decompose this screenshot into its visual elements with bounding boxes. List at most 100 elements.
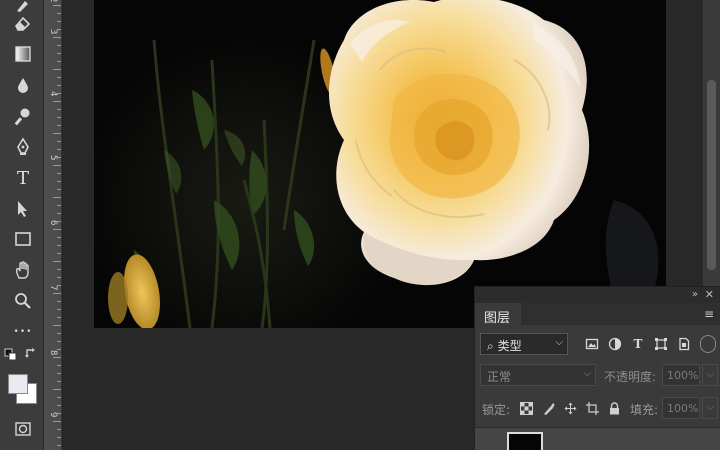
blend-mode-row: 正常 ⌵ 不透明度: 100% ⌵ (480, 364, 718, 386)
panel-title-bar[interactable] (475, 287, 720, 303)
fill-input[interactable]: 100% (662, 397, 700, 419)
blend-mode-label: 正常 (487, 370, 512, 384)
ruler-label: 9 (48, 412, 58, 418)
ruler-tick (53, 5, 61, 6)
type-layer-filter-icon[interactable]: T (630, 336, 646, 352)
eraser-icon[interactable] (10, 10, 36, 36)
tools-panel: T ••• (0, 0, 44, 450)
ruler-tick (57, 109, 61, 110)
filter-toggle-switch[interactable] (700, 335, 716, 353)
rose-image (94, 0, 666, 328)
lock-artboard-icon[interactable] (584, 400, 600, 416)
ruler-tick (57, 13, 61, 14)
lock-row: 锁定: 填充: 100% ⌵ (480, 397, 718, 419)
panel-tab-strip (521, 303, 720, 325)
ruler-tick (57, 397, 61, 398)
ruler-tick (57, 117, 61, 118)
panel-menu-icon[interactable]: ≡ (704, 307, 714, 321)
more-tools-icon[interactable]: ••• (10, 319, 36, 345)
type-icon[interactable]: T (10, 165, 36, 191)
ruler-tick (57, 301, 61, 302)
ruler-tick (57, 445, 61, 446)
pixel-layer-filter-icon[interactable] (584, 336, 600, 352)
gradient-icon[interactable] (10, 41, 36, 67)
ruler-tick (57, 365, 61, 366)
ruler-tick (57, 141, 61, 142)
collapse-panel-icon[interactable]: » (692, 289, 698, 300)
lock-transparent-pixels-icon[interactable] (518, 400, 534, 416)
ruler-label: 4 (48, 91, 58, 97)
ruler-tick (57, 53, 61, 54)
ruler-tick (53, 389, 61, 390)
ruler-label: 3 (48, 29, 58, 35)
fill-dropdown-button[interactable]: ⌵ (702, 397, 718, 419)
ruler-label: 8 (48, 350, 58, 356)
ruler-tick (57, 85, 61, 86)
dodge-icon[interactable] (10, 103, 36, 129)
layer-thumbnail (507, 432, 543, 450)
filter-kind-select[interactable]: ⌕ 类型 ⌵ (480, 333, 568, 355)
ruler-tick (53, 261, 61, 262)
ruler-tick (57, 285, 61, 286)
ruler-label: 6 (48, 220, 58, 226)
quick-mask-icon[interactable] (10, 416, 36, 442)
pen-icon[interactable] (10, 134, 36, 160)
ruler-tick (57, 317, 61, 318)
vertical-ruler: 2 3 4 5 6 7 8 9 (44, 0, 62, 450)
ruler-tick (53, 37, 61, 38)
chevron-down-icon: ⌵ (555, 337, 563, 348)
ruler-tick (57, 413, 61, 414)
vertical-scrollbar[interactable] (703, 0, 720, 286)
ruler-tick (57, 205, 61, 206)
ruler-tick (57, 429, 61, 430)
lock-label: 锁定: (482, 403, 511, 417)
blur-drop-icon[interactable] (10, 72, 36, 98)
rectangle-icon[interactable] (10, 226, 36, 252)
shape-layer-filter-icon[interactable] (653, 336, 669, 352)
ruler-tick (57, 237, 61, 238)
opacity-dropdown-button[interactable]: ⌵ (702, 364, 718, 386)
path-selection-icon[interactable] (10, 196, 36, 222)
ruler-tick (57, 309, 61, 310)
zoom-icon[interactable] (10, 288, 36, 314)
ruler-tick (57, 381, 61, 382)
ruler-tick (53, 229, 61, 230)
lock-all-icon[interactable] (606, 400, 622, 416)
lock-position-icon[interactable] (562, 400, 578, 416)
ruler-tick (57, 333, 61, 334)
ruler-tick (57, 173, 61, 174)
chevron-down-icon: ⌵ (583, 368, 591, 379)
layer-row[interactable] (475, 427, 720, 450)
smart-object-filter-icon[interactable] (676, 336, 692, 352)
ruler-label: 5 (48, 155, 58, 161)
ruler-label: 2 (47, 0, 58, 2)
ruler-tick (53, 357, 61, 358)
ruler-tick (57, 93, 61, 94)
scrollbar-thumb[interactable] (707, 80, 716, 270)
ruler-tick (57, 149, 61, 150)
lock-image-pixels-icon[interactable] (540, 400, 556, 416)
swap-colors-icon[interactable] (24, 346, 38, 360)
layers-panel: » ✕ 图层 ≡ ⌕ 类型 ⌵ T 正常 ⌵ 不透明度: 100% ⌵ 锁定: … (474, 286, 720, 450)
ruler-tick (53, 165, 61, 166)
foreground-color-swatch[interactable] (8, 374, 28, 394)
hand-icon[interactable] (10, 257, 36, 283)
default-colors-icon[interactable] (4, 348, 18, 362)
fill-label: 填充: (630, 403, 659, 417)
rose-photo[interactable] (94, 0, 666, 328)
opacity-input[interactable]: 100% (662, 364, 700, 386)
ruler-tick (57, 437, 61, 438)
layer-filter-row: ⌕ 类型 ⌵ T (480, 333, 718, 355)
ruler-tick (53, 325, 61, 326)
tab-layers[interactable]: 图层 (475, 303, 521, 326)
ruler-tick (57, 221, 61, 222)
ruler-tick (57, 189, 61, 190)
close-icon[interactable]: ✕ (705, 288, 714, 301)
ruler-tick (57, 21, 61, 22)
search-icon: ⌕ (487, 339, 494, 353)
blend-mode-select[interactable]: 正常 ⌵ (480, 364, 596, 386)
adjustment-layer-filter-icon[interactable] (607, 336, 623, 352)
ruler-tick (53, 421, 61, 422)
ruler-tick (57, 269, 61, 270)
ruler-tick (57, 61, 61, 62)
